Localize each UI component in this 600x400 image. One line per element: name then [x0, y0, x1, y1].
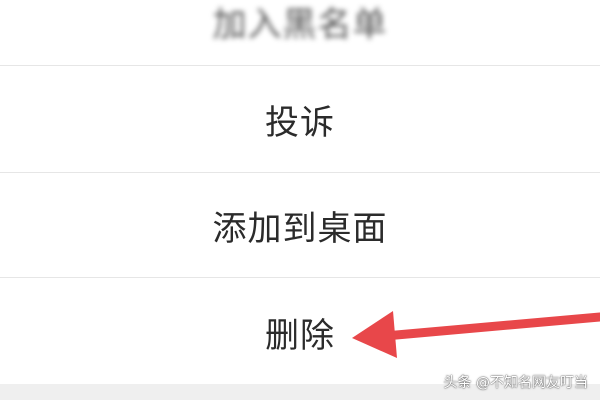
menu-item-delete[interactable]: 删除 — [0, 278, 600, 386]
menu-item-label: 添加到桌面 — [212, 208, 388, 249]
menu-item-add-to-desktop[interactable]: 添加到桌面 — [0, 173, 600, 277]
menu-item-report[interactable]: 投诉 — [0, 66, 600, 172]
context-menu: 加入黑名单 投诉 添加到桌面 删除 — [0, 0, 600, 400]
menu-item-label: 加入黑名单 — [212, 4, 388, 45]
menu-item-label: 投诉 — [265, 102, 335, 143]
menu-item-add-to-blacklist[interactable]: 加入黑名单 — [0, 0, 600, 64]
watermark-text: 头条 @不知名网友叮当 — [443, 375, 588, 391]
menu-item-label: 删除 — [265, 315, 335, 356]
